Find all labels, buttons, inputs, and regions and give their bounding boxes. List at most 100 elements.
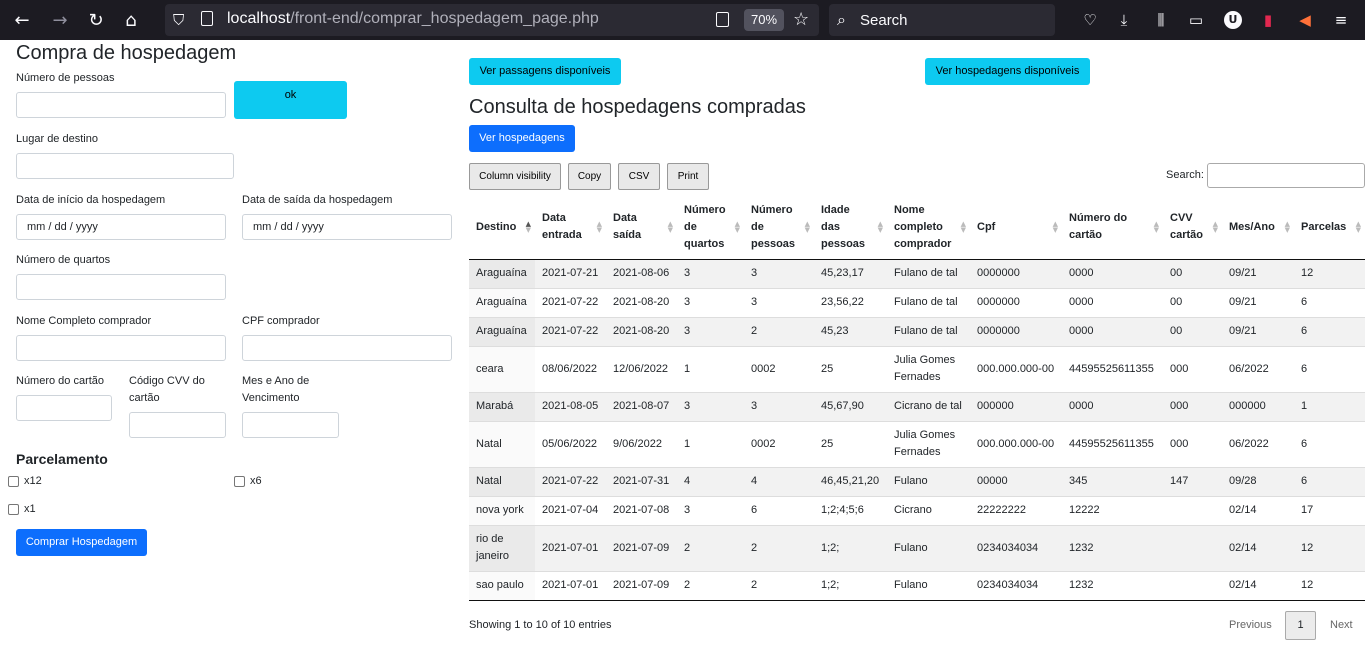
cpf-label: CPF comprador bbox=[242, 315, 320, 327]
column-header[interactable]: Cpf ▲ ▼ bbox=[970, 196, 1062, 260]
table-cell bbox=[1163, 570, 1222, 601]
table-cell: 02/14 bbox=[1222, 570, 1294, 601]
cvv-input[interactable] bbox=[129, 412, 226, 438]
account-avatar[interactable]: U bbox=[1224, 11, 1242, 29]
checkbox-x6-label: x6 bbox=[250, 475, 262, 487]
table-cell: 09/21 bbox=[1222, 287, 1294, 317]
print-button[interactable]: Print bbox=[667, 163, 709, 190]
reader-view-icon[interactable] bbox=[716, 12, 729, 27]
data-saida-input[interactable]: mm / dd / yyyy bbox=[242, 214, 452, 240]
table-cell-line: Fulano de tal bbox=[894, 267, 958, 279]
url-text[interactable]: localhost/front-end/comprar_hospedagem_p… bbox=[227, 10, 599, 28]
page-info-icon[interactable] bbox=[201, 11, 213, 26]
table-cell: 2021-07-04 bbox=[535, 495, 606, 525]
ok-button[interactable]: ok bbox=[234, 81, 347, 119]
table-header-row: Destino ▲ ▼ Data entrada ▲ ▼ Data saída ▲ ▼ Número d… bbox=[469, 196, 1365, 260]
column-header-label: cartão bbox=[1170, 229, 1204, 242]
table-cell: 45,67,90 bbox=[814, 391, 887, 421]
column-header[interactable]: Data entrada ▲ ▼ bbox=[535, 196, 606, 260]
library-icon[interactable]: ⫼ bbox=[1151, 10, 1171, 30]
hospedagens-table: Destino ▲ ▼ Data entrada ▲ ▼ Data saída ▲ ▼ Número d… bbox=[469, 196, 1365, 601]
browser-search-bar[interactable]: ⌕ Search bbox=[829, 4, 1055, 36]
table-row: Araguaína 2021-07-22 2021-08-20 3 2 45,23 Fula… bbox=[469, 316, 1365, 346]
sort-both-icon: ▲ ▼ bbox=[734, 220, 740, 235]
copy-button[interactable]: Copy bbox=[568, 163, 611, 190]
checkbox-x1[interactable] bbox=[8, 504, 19, 515]
table-cell: Fulano bbox=[887, 466, 970, 496]
table-cell-line: Fernades bbox=[894, 446, 941, 458]
table-cell: 0234034034 bbox=[970, 524, 1062, 571]
column-header[interactable]: Nome completo comprador ▲ ▼ bbox=[887, 196, 970, 260]
table-cell: 06/2022 bbox=[1222, 345, 1294, 392]
menu-hamburger-icon[interactable]: ≡ bbox=[1331, 10, 1351, 30]
home-icon[interactable]: ⌂ bbox=[119, 8, 143, 32]
ver-passagens-button[interactable]: Ver passagens disponíveis bbox=[469, 58, 621, 85]
table-cell: 12 bbox=[1294, 258, 1365, 288]
num-quartos-input[interactable] bbox=[16, 274, 226, 300]
search-icon: ⌕ bbox=[837, 10, 846, 29]
forward-arrow-icon[interactable]: → bbox=[48, 8, 72, 32]
reload-icon[interactable]: ↻ bbox=[84, 8, 108, 32]
form-title: Compra de hospedagem bbox=[16, 42, 237, 64]
table-cell: Fulano de tal bbox=[887, 316, 970, 346]
cartao-input[interactable] bbox=[16, 395, 112, 421]
column-header[interactable]: Idade das pessoas ▲ ▼ bbox=[814, 196, 887, 260]
pagination-page-1[interactable]: 1 bbox=[1285, 611, 1316, 640]
table-cell: 0000000 bbox=[970, 258, 1062, 288]
num-pessoas-input[interactable] bbox=[16, 92, 226, 118]
table-row: Natal 05/06/2022 9/06/2022 1 0002 25 Julia Gom… bbox=[469, 420, 1365, 467]
table-cell: 12222 bbox=[1062, 495, 1163, 525]
pocket-icon[interactable]: ♡ bbox=[1080, 10, 1100, 30]
sort-ascending-icon: ▲ ▼ bbox=[525, 220, 531, 235]
ver-hospedagens-button[interactable]: Ver hospedagens bbox=[469, 125, 575, 152]
column-header-label: Número bbox=[751, 203, 793, 216]
sort-both-icon: ▲ ▼ bbox=[1284, 220, 1290, 235]
column-header[interactable]: Mes/Ano ▲ ▼ bbox=[1222, 196, 1294, 260]
back-arrow-icon[interactable]: ← bbox=[10, 8, 34, 32]
cartao-label: Número do cartão bbox=[16, 375, 105, 387]
table-cell: 6 bbox=[744, 495, 814, 525]
destino-input[interactable] bbox=[16, 153, 234, 179]
nome-input[interactable] bbox=[16, 335, 226, 361]
extension-icon[interactable]: ▮ bbox=[1258, 10, 1278, 30]
csv-button[interactable]: CSV bbox=[618, 163, 660, 190]
column-header[interactable]: Data saída ▲ ▼ bbox=[606, 196, 677, 260]
bookmark-star-icon[interactable]: ☆ bbox=[793, 9, 809, 30]
column-header[interactable]: Número do cartão ▲ ▼ bbox=[1062, 196, 1163, 260]
table-cell: 2021-07-08 bbox=[606, 495, 677, 525]
pagination-next[interactable]: Next bbox=[1330, 619, 1353, 631]
column-visibility-button[interactable]: Column visibility bbox=[469, 163, 561, 190]
zoom-level-badge[interactable]: 70% bbox=[744, 9, 784, 31]
column-header[interactable]: Destino ▲ ▼ bbox=[469, 196, 535, 260]
column-header-label: cartão bbox=[1069, 229, 1103, 242]
column-header[interactable]: Parcelas ▲ ▼ bbox=[1294, 196, 1365, 260]
address-bar[interactable]: ⛉ localhost/front-end/comprar_hospedagem… bbox=[165, 4, 819, 36]
column-header[interactable]: Número de quartos ▲ ▼ bbox=[677, 196, 744, 260]
data-inicio-input[interactable]: mm / dd / yyyy bbox=[16, 214, 226, 240]
column-header[interactable]: Número de pessoas ▲ ▼ bbox=[744, 196, 814, 260]
cpf-input[interactable] bbox=[242, 335, 452, 361]
extension-megaphone-icon[interactable]: ◀ bbox=[1295, 10, 1315, 30]
table-search-input[interactable] bbox=[1207, 163, 1365, 188]
vencimento-input[interactable] bbox=[242, 412, 339, 438]
table-cell: 25 bbox=[814, 345, 887, 392]
pagination-previous[interactable]: Previous bbox=[1229, 619, 1272, 631]
table-cell: 3 bbox=[677, 287, 744, 317]
comprar-hospedagem-button[interactable]: Comprar Hospedagem bbox=[16, 529, 147, 556]
column-header-label: Parcelas bbox=[1301, 220, 1347, 233]
table-cell: 2 bbox=[677, 570, 744, 601]
sidebar-icon[interactable]: ▭ bbox=[1186, 10, 1206, 30]
table-cell: Marabá bbox=[469, 391, 535, 421]
column-header[interactable]: CVV cartão ▲ ▼ bbox=[1163, 196, 1222, 260]
column-header-label: Cpf bbox=[977, 220, 996, 233]
checkbox-x12[interactable] bbox=[8, 476, 19, 487]
table-cell: Natal bbox=[469, 420, 535, 467]
shield-icon[interactable]: ⛉ bbox=[173, 11, 184, 29]
table-cell-line: Araguaína bbox=[476, 296, 527, 308]
ver-hospedagens-disponiveis-button[interactable]: Ver hospedagens disponíveis bbox=[925, 58, 1090, 85]
column-header-label: de bbox=[684, 220, 697, 233]
checkbox-x6[interactable] bbox=[234, 476, 245, 487]
table-cell-line: Natal bbox=[476, 475, 502, 487]
downloads-icon[interactable]: ⤓ bbox=[1114, 10, 1134, 30]
table-cell: 2021-08-20 bbox=[606, 316, 677, 346]
